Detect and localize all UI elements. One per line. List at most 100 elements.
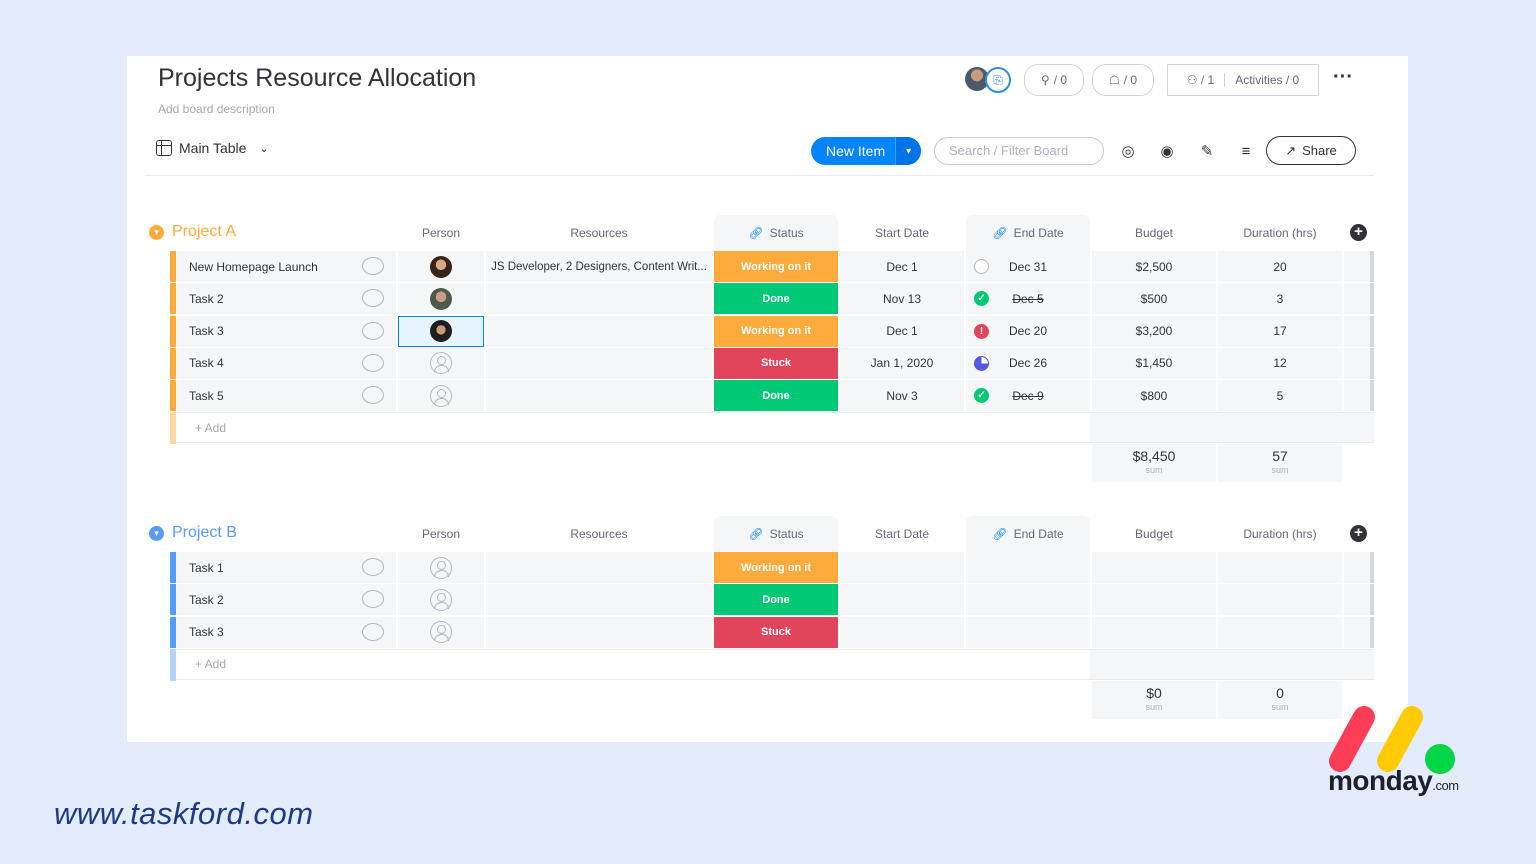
resources-cell[interactable] xyxy=(486,283,712,315)
person-cell[interactable] xyxy=(398,315,484,347)
filter-icon[interactable]: ≡ xyxy=(1235,140,1257,162)
budget-cell[interactable]: $3,200 xyxy=(1092,315,1216,347)
duration-cell[interactable] xyxy=(1218,552,1342,583)
scrollbar[interactable] xyxy=(1370,283,1374,315)
budget-cell[interactable]: $1,450 xyxy=(1092,347,1216,379)
end-date-cell[interactable] xyxy=(966,584,1090,616)
column-header-budget[interactable]: Budget xyxy=(1092,516,1216,552)
integrations-button[interactable]: ⚲/ 0 xyxy=(1024,64,1084,96)
status-cell[interactable]: Working on it xyxy=(714,552,838,583)
table-row[interactable]: Task 3 Stuck xyxy=(148,616,1374,649)
automations-button[interactable]: ☖/ 0 xyxy=(1092,64,1154,96)
column-header-duration[interactable]: Duration (hrs) xyxy=(1218,516,1342,552)
start-date-cell[interactable]: Dec 1 xyxy=(840,315,964,347)
board-title[interactable]: Projects Resource Allocation xyxy=(158,64,476,93)
activities-button[interactable]: Activities / 0 xyxy=(1229,73,1299,87)
column-header-end-date[interactable]: 🔗︎ End Date xyxy=(966,215,1090,251)
end-date-cell[interactable]: Dec 26 xyxy=(966,347,1090,379)
table-row[interactable]: Task 2 Done xyxy=(148,584,1374,616)
add-item-input[interactable]: + Add xyxy=(176,648,1090,680)
duration-cell[interactable]: 20 xyxy=(1218,251,1342,282)
status-cell[interactable]: Done xyxy=(714,380,838,412)
start-date-cell[interactable]: Dec 1 xyxy=(840,251,964,282)
start-date-cell[interactable]: Jan 1, 2020 xyxy=(840,347,964,379)
scrollbar[interactable] xyxy=(1370,552,1374,583)
person-cell[interactable] xyxy=(398,251,484,282)
status-cell[interactable]: Working on it xyxy=(714,251,838,282)
person-cell[interactable] xyxy=(398,584,484,616)
more-options-icon[interactable]: ··· xyxy=(1331,64,1355,94)
column-header-resources[interactable]: Resources xyxy=(486,215,712,251)
share-button[interactable]: ↗ Share xyxy=(1266,136,1356,165)
person-cell[interactable] xyxy=(398,347,484,379)
budget-cell[interactable]: $800 xyxy=(1092,380,1216,412)
end-date-cell[interactable]: ✓ Dec 5 xyxy=(966,283,1090,315)
column-header-resources[interactable]: Resources xyxy=(486,516,712,552)
column-header-budget[interactable]: Budget xyxy=(1092,215,1216,251)
website-url[interactable]: www.taskford.com xyxy=(54,796,314,832)
add-item-input[interactable]: + Add xyxy=(176,412,1090,444)
column-header-end-date[interactable]: 🔗︎ End Date xyxy=(966,516,1090,552)
comment-icon[interactable] xyxy=(362,257,384,275)
resources-cell[interactable] xyxy=(486,616,712,648)
resources-cell[interactable] xyxy=(486,552,712,583)
add-column-icon[interactable]: + xyxy=(1350,525,1367,542)
start-date-cell[interactable] xyxy=(840,552,964,583)
table-row[interactable]: Task 1 Working on it xyxy=(148,552,1374,584)
resources-cell[interactable]: JS Developer, 2 Designers, Content Writ.… xyxy=(486,251,712,282)
end-date-cell[interactable]: ! Dec 20 xyxy=(966,315,1090,347)
column-header-start-date[interactable]: Start Date xyxy=(840,215,964,251)
board-members-avatars[interactable]: ⎘ xyxy=(965,67,1011,93)
status-cell[interactable]: Stuck xyxy=(714,347,838,379)
duration-cell[interactable]: 3 xyxy=(1218,283,1342,315)
end-date-cell[interactable]: ✓ Dec 9 xyxy=(966,380,1090,412)
budget-cell[interactable] xyxy=(1092,616,1216,648)
duration-cell[interactable] xyxy=(1218,584,1342,616)
column-header-duration[interactable]: Duration (hrs) xyxy=(1218,215,1342,251)
table-row[interactable]: Task 3 Working on it Dec 1 ! Dec 20 $3,20… xyxy=(148,315,1374,348)
start-date-cell[interactable] xyxy=(840,616,964,648)
scrollbar[interactable] xyxy=(1370,584,1374,616)
comment-icon[interactable] xyxy=(362,353,384,372)
status-cell[interactable]: Done xyxy=(714,584,838,616)
start-date-cell[interactable] xyxy=(840,584,964,616)
start-date-cell[interactable]: Nov 3 xyxy=(840,380,964,412)
scrollbar[interactable] xyxy=(1370,251,1374,282)
duration-cell[interactable]: 5 xyxy=(1218,380,1342,412)
resources-cell[interactable] xyxy=(486,584,712,616)
person-cell[interactable] xyxy=(398,283,484,315)
column-header-person[interactable]: Person xyxy=(398,516,484,552)
start-date-cell[interactable]: Nov 13 xyxy=(840,283,964,315)
person-filter-icon[interactable]: ◎ xyxy=(1117,140,1139,162)
budget-cell[interactable] xyxy=(1092,584,1216,616)
status-cell[interactable]: Working on it xyxy=(714,315,838,347)
budget-cell[interactable] xyxy=(1092,552,1216,583)
comment-icon[interactable] xyxy=(362,622,384,641)
comment-icon[interactable] xyxy=(362,321,384,340)
person-cell[interactable] xyxy=(398,552,484,583)
collapse-icon[interactable]: ▾ xyxy=(149,526,164,541)
end-date-cell[interactable] xyxy=(966,616,1090,648)
duration-cell[interactable]: 12 xyxy=(1218,347,1342,379)
view-selector[interactable]: Main Table ⌄ xyxy=(156,140,269,156)
collapse-icon[interactable]: ▾ xyxy=(149,225,164,240)
pin-icon[interactable]: ✎ xyxy=(1196,140,1218,162)
chevron-down-icon[interactable]: ▾ xyxy=(895,137,921,165)
board-description[interactable]: Add board description xyxy=(158,102,275,116)
scrollbar[interactable] xyxy=(1370,347,1374,379)
resources-cell[interactable] xyxy=(486,347,712,379)
resources-cell[interactable] xyxy=(486,380,712,412)
column-header-person[interactable]: Person xyxy=(398,215,484,251)
table-row[interactable]: Task 4 Stuck Jan 1, 2020 Dec 26 $1,450 1… xyxy=(148,347,1374,380)
group-title[interactable]: Project A xyxy=(172,223,236,241)
new-item-button[interactable]: New Item ▾ xyxy=(811,137,921,165)
end-date-cell[interactable]: Dec 31 xyxy=(966,251,1090,282)
person-cell[interactable] xyxy=(398,616,484,648)
end-date-cell[interactable] xyxy=(966,552,1090,583)
group-title[interactable]: Project B xyxy=(172,524,237,542)
hide-columns-icon[interactable]: ◉ xyxy=(1156,140,1178,162)
status-cell[interactable]: Stuck xyxy=(714,616,838,648)
scrollbar[interactable] xyxy=(1370,315,1374,347)
members-icon[interactable]: ⚇ / 1 xyxy=(1187,73,1226,87)
person-cell[interactable] xyxy=(398,380,484,412)
